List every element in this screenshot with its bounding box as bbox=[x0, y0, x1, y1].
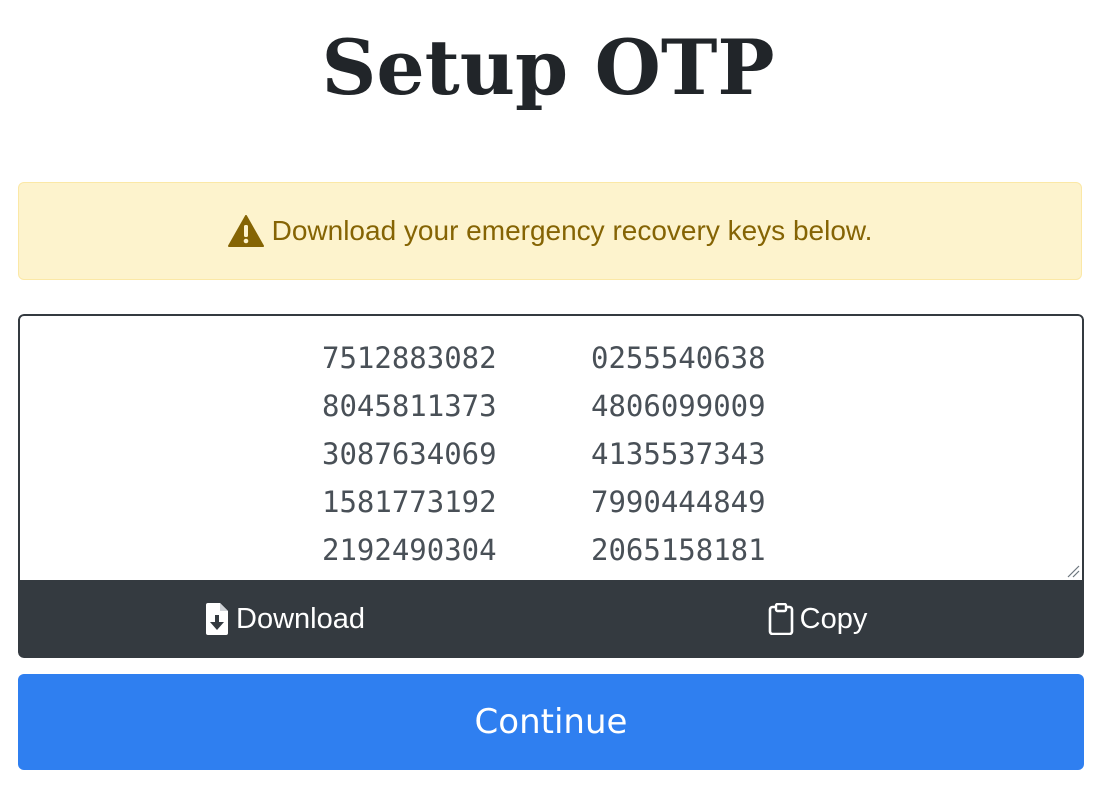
recovery-key: 1581773192 bbox=[322, 485, 497, 519]
recovery-key: 2192490304 bbox=[322, 533, 497, 567]
recovery-key: 0255540638 bbox=[591, 341, 766, 375]
recovery-key: 4135537343 bbox=[591, 437, 766, 471]
recovery-key: 8045811373 bbox=[322, 389, 497, 423]
recovery-keys-card: 7512883082 0255540638 8045811373 4806099… bbox=[18, 314, 1084, 658]
recovery-key-row: 1581773192 7990444849 bbox=[20, 478, 1084, 526]
warning-triangle-icon bbox=[227, 215, 264, 247]
file-download-icon bbox=[204, 603, 230, 635]
recovery-key: 7512883082 bbox=[322, 341, 497, 375]
download-button[interactable]: Download bbox=[18, 580, 551, 658]
recovery-key-row: 3087634069 4135537343 bbox=[20, 430, 1084, 478]
recovery-key-row: 2192490304 2065158181 bbox=[20, 526, 1084, 574]
recovery-key: 4806099009 bbox=[591, 389, 766, 423]
copy-button[interactable]: Copy bbox=[551, 580, 1084, 658]
recovery-keys-list: 7512883082 0255540638 8045811373 4806099… bbox=[20, 334, 1084, 574]
continue-button[interactable]: Continue bbox=[18, 674, 1084, 770]
recovery-key-row: 8045811373 4806099009 bbox=[20, 382, 1084, 430]
resize-handle-icon[interactable] bbox=[1066, 564, 1080, 578]
clipboard-icon bbox=[768, 602, 794, 636]
page-title: Setup OTP bbox=[321, 23, 775, 112]
copy-label: Copy bbox=[799, 602, 868, 635]
recovery-key: 2065158181 bbox=[591, 533, 766, 567]
alert-message: Download your emergency recovery keys be… bbox=[271, 215, 873, 246]
keys-action-bar: Download Copy bbox=[18, 580, 1084, 658]
recovery-key: 7990444849 bbox=[591, 485, 766, 519]
recovery-key-row: 7512883082 0255540638 bbox=[20, 334, 1084, 382]
recovery-key: 3087634069 bbox=[322, 437, 497, 471]
download-label: Download bbox=[236, 602, 365, 635]
recovery-keys-textarea[interactable]: 7512883082 0255540638 8045811373 4806099… bbox=[18, 314, 1084, 582]
recovery-keys-alert: Download your emergency recovery keys be… bbox=[18, 182, 1082, 280]
